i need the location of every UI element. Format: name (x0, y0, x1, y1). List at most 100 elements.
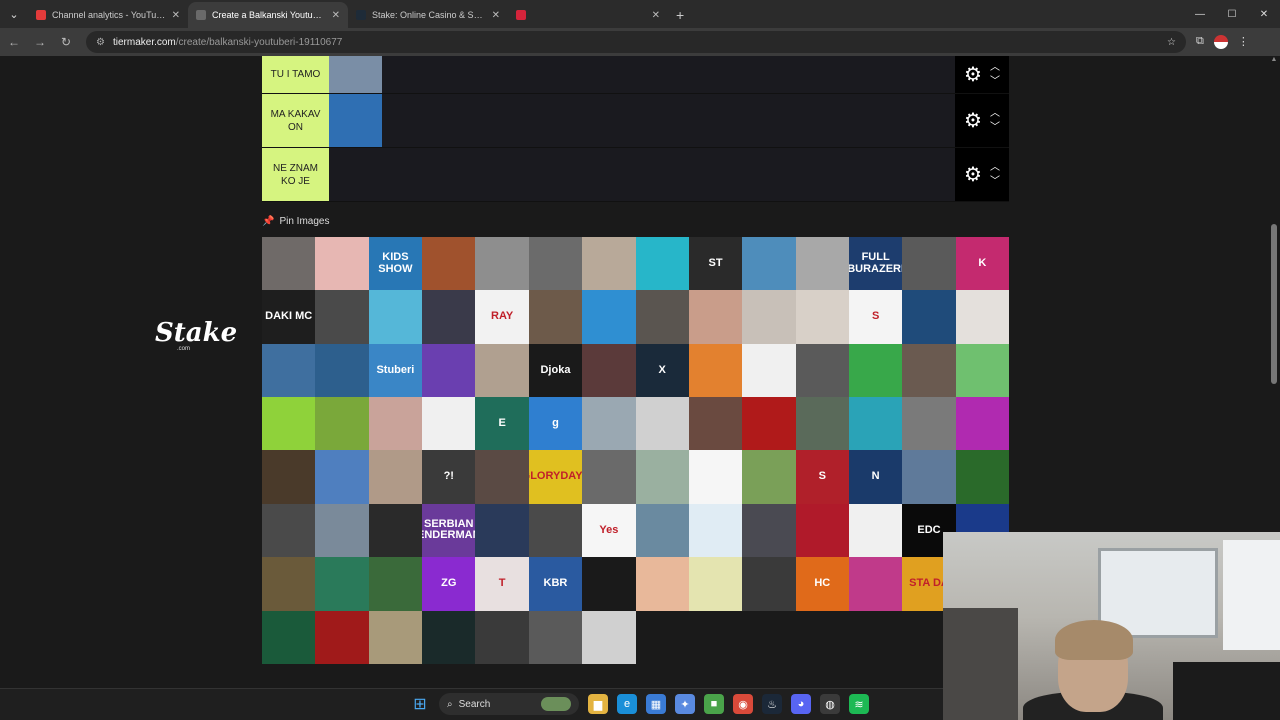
pool-image[interactable] (848, 343, 903, 398)
site-info-icon[interactable]: ⚙ (96, 37, 105, 48)
pool-image[interactable] (902, 343, 956, 398)
pool-image[interactable] (315, 450, 369, 504)
back-icon[interactable]: ← (2, 30, 26, 54)
pool-image[interactable]: SERBIAN ENDERMAN (422, 503, 476, 558)
pool-image[interactable] (742, 397, 796, 451)
pool-image[interactable] (315, 290, 369, 344)
pool-image[interactable]: RAY (475, 290, 529, 344)
tier-label[interactable]: NE ZNAM KO JE (262, 148, 329, 201)
pool-image[interactable]: KIDS SHOW (368, 237, 423, 291)
gear-icon[interactable]: ⚙ (964, 62, 982, 87)
pool-image[interactable]: GLORYDAYZ (528, 450, 583, 504)
pool-image[interactable]: N (848, 450, 903, 504)
pool-image[interactable] (795, 397, 849, 451)
pool-image[interactable] (422, 290, 476, 344)
pool-image[interactable] (902, 290, 956, 344)
pool-image[interactable] (422, 610, 476, 664)
tab-close-icon[interactable]: ✕ (172, 10, 180, 21)
chevron-down-icon[interactable]: ﹀ (990, 175, 1000, 189)
pool-image[interactable] (635, 397, 689, 451)
pool-image[interactable] (742, 557, 796, 611)
bookmark-star-icon[interactable]: ☆ (1167, 37, 1176, 48)
pool-image[interactable] (742, 290, 796, 344)
pool-image[interactable] (528, 290, 583, 344)
tier-drop-zone[interactable] (329, 94, 955, 147)
tier-item-image[interactable] (329, 56, 382, 93)
steam-icon[interactable]: ♨ (762, 694, 782, 714)
chevron-down-icon[interactable]: ﹀ (990, 121, 1000, 135)
chrome-icon[interactable]: ◉ (733, 694, 753, 714)
tier-item-image[interactable] (329, 94, 382, 147)
address-bar[interactable]: ⚙ tiermaker.com/create/balkanski-youtube… (86, 31, 1186, 53)
pool-image[interactable]: ?! (422, 450, 476, 504)
pool-image[interactable]: Yes (582, 503, 636, 558)
pool-image[interactable] (422, 343, 476, 398)
pool-image[interactable]: KBR (528, 557, 583, 611)
pool-image[interactable]: HC (795, 557, 849, 611)
pool-image[interactable]: Stuberi (368, 343, 423, 398)
pool-image[interactable] (635, 503, 689, 558)
pool-image[interactable]: Djoka (528, 343, 583, 398)
pool-image[interactable] (262, 343, 316, 398)
profile-avatar[interactable] (1213, 35, 1228, 49)
pool-image[interactable] (582, 450, 636, 504)
pool-image[interactable] (955, 450, 1010, 504)
pool-image[interactable] (582, 397, 636, 451)
pool-image[interactable] (422, 237, 476, 291)
pool-image[interactable] (742, 450, 796, 504)
pool-image[interactable]: DAKI MC (262, 290, 316, 344)
pool-image[interactable] (315, 503, 369, 558)
pool-image[interactable] (795, 343, 849, 398)
pool-image[interactable] (955, 343, 1010, 398)
pool-image[interactable] (688, 343, 743, 398)
pool-image[interactable] (262, 610, 316, 664)
pool-image[interactable]: FULL BURAZERI (848, 237, 903, 291)
new-tab-button[interactable]: + (668, 2, 692, 28)
pool-image[interactable] (315, 237, 369, 291)
pool-image[interactable] (582, 290, 636, 344)
start-icon[interactable]: ⊞ (410, 694, 430, 714)
pool-image[interactable] (368, 290, 423, 344)
pool-image[interactable] (582, 343, 636, 398)
pool-image[interactable] (368, 610, 423, 664)
pool-image[interactable] (582, 610, 636, 664)
menu-icon[interactable]: ⋮ (1238, 35, 1249, 49)
pool-image[interactable] (688, 503, 743, 558)
tier-drop-zone[interactable] (329, 148, 955, 201)
pool-image[interactable] (262, 503, 316, 558)
pool-image[interactable] (795, 237, 849, 291)
pool-image[interactable] (262, 397, 316, 451)
chevron-up-icon[interactable]: ︿ (990, 161, 1000, 175)
tab-close-icon[interactable]: ✕ (652, 10, 660, 21)
pool-image[interactable]: S (848, 290, 903, 344)
edge-icon[interactable]: e (617, 694, 637, 714)
pool-image[interactable] (315, 610, 369, 664)
pool-image[interactable] (475, 450, 529, 504)
pool-image[interactable] (688, 557, 743, 611)
store-icon[interactable]: ▦ (646, 694, 666, 714)
pool-image[interactable] (422, 397, 476, 451)
extensions-icon[interactable]: ⧉ (1196, 35, 1204, 49)
taskbar-search[interactable]: ⌕ Search (439, 693, 579, 715)
pool-image[interactable] (315, 397, 369, 451)
pool-image[interactable] (475, 343, 529, 398)
maximize-icon[interactable]: ☐ (1216, 9, 1248, 20)
scroll-thumb[interactable] (1271, 224, 1277, 384)
chevron-up-icon[interactable]: ︿ (990, 61, 1000, 75)
browser-tab[interactable]: Channel analytics - YouTube St ✕ (28, 2, 188, 28)
pool-image[interactable] (742, 343, 796, 398)
pool-image[interactable] (688, 290, 743, 344)
minimize-icon[interactable]: — (1184, 9, 1216, 20)
tier-label[interactable]: MA KAKAV ON (262, 94, 329, 147)
pool-image[interactable] (368, 503, 423, 558)
pin-images-toggle[interactable]: 📌 Pin Images (262, 216, 329, 227)
pool-image[interactable] (262, 557, 316, 611)
pool-image[interactable] (955, 397, 1010, 451)
pool-image[interactable] (742, 503, 796, 558)
pool-image[interactable] (902, 450, 956, 504)
pool-image[interactable] (635, 557, 689, 611)
pool-image[interactable] (528, 237, 583, 291)
gear-icon[interactable]: ⚙ (964, 162, 982, 187)
browser-tab[interactable]: ✕ (508, 2, 668, 28)
chevron-up-icon[interactable]: ︿ (990, 107, 1000, 121)
